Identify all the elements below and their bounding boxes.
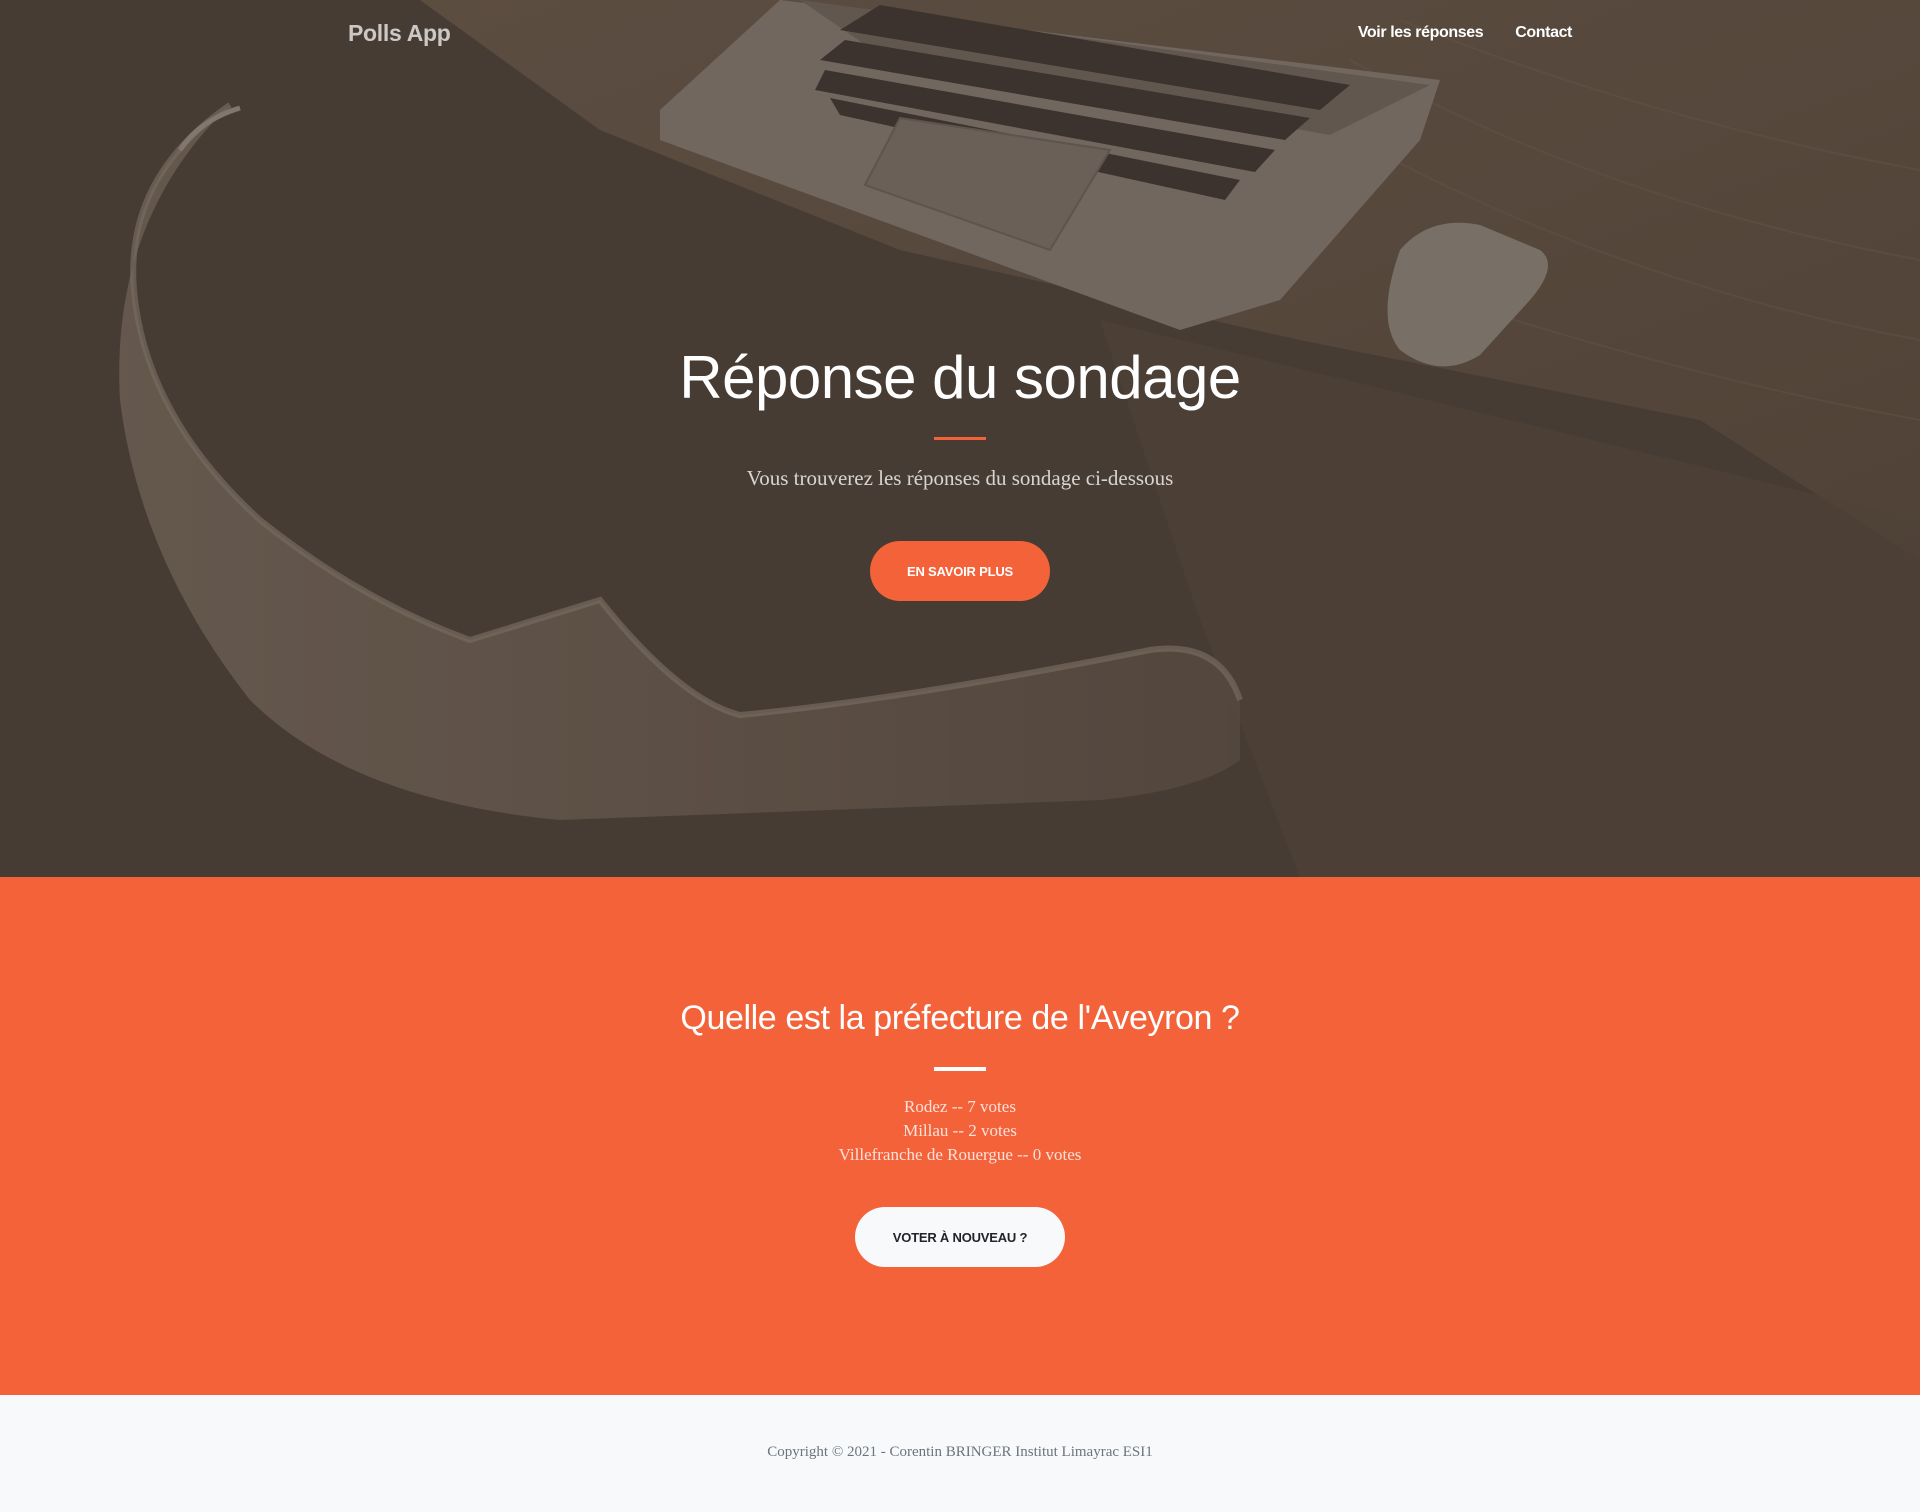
en-savoir-plus-button[interactable]: EN SAVOIR PLUS (870, 541, 1050, 601)
answers-list: Rodez -- 7 votes Millau -- 2 votes Ville… (0, 1095, 1920, 1167)
hero-section: Polls App Voir les réponses Contact Répo… (0, 0, 1920, 877)
hero-divider (934, 437, 986, 440)
nav-link-contact[interactable]: Contact (1515, 24, 1572, 42)
answer-item: Rodez -- 7 votes (904, 1097, 1016, 1116)
answer-item: Millau -- 2 votes (903, 1121, 1017, 1140)
hero-subtitle: Vous trouverez les réponses du sondage c… (746, 466, 1174, 490)
hero-title: Réponse du sondage (679, 344, 1241, 411)
results-section: Quelle est la préfecture de l'Aveyron ? … (0, 877, 1920, 1395)
nav-link-voir-les-reponses[interactable]: Voir les réponses (1358, 24, 1484, 42)
nav-links: Voir les réponses Contact (1358, 24, 1573, 42)
footer: Copyright © 2021 - Corentin BRINGER Inst… (0, 1395, 1920, 1512)
answer-item: Villefranche de Rouergue -- 0 votes (838, 1145, 1082, 1164)
navbar: Polls App Voir les réponses Contact (0, 0, 1920, 70)
results-divider (934, 1067, 986, 1071)
poll-question: Quelle est la préfecture de l'Aveyron ? (680, 999, 1240, 1037)
voter-a-nouveau-button[interactable]: VOTER À NOUVEAU ? (855, 1207, 1065, 1267)
brand-link[interactable]: Polls App (348, 20, 451, 47)
copyright-text: Copyright © 2021 - Corentin BRINGER Inst… (767, 1444, 1153, 1460)
